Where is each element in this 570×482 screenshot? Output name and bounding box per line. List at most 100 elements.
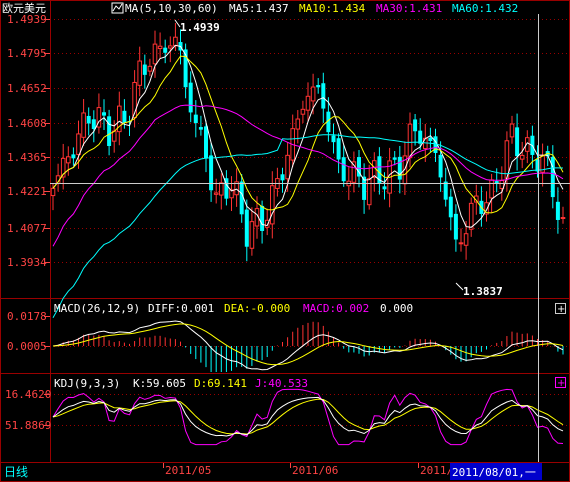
candlestick[interactable] bbox=[71, 147, 76, 166]
candlestick[interactable] bbox=[249, 207, 255, 256]
candlestick[interactable] bbox=[372, 152, 377, 192]
candlestick[interactable] bbox=[107, 109, 112, 156]
y-tick-label: 1.4795 bbox=[7, 47, 47, 60]
y-tick-label: 1.4652 bbox=[7, 82, 47, 95]
macd-dea-label: DEA:-0.000 bbox=[224, 302, 290, 315]
ma5-label: MA5:1.437 bbox=[229, 2, 289, 15]
x-tick-label: 2011/06 bbox=[292, 464, 338, 477]
candlestick[interactable] bbox=[362, 163, 367, 214]
ma30-label: MA30:1.431 bbox=[376, 2, 442, 15]
high-marker-label: 1.4939 bbox=[180, 21, 220, 34]
candlestick[interactable] bbox=[509, 115, 515, 144]
candlestick[interactable] bbox=[117, 91, 122, 146]
ma60-label: MA60:1.432 bbox=[452, 2, 518, 15]
y-tick-label: 0.0178 bbox=[7, 310, 47, 323]
candlestick[interactable] bbox=[540, 143, 545, 187]
kdj-expand-button[interactable]: + bbox=[555, 377, 566, 390]
kdj-k-line bbox=[52, 396, 564, 437]
candlestick[interactable] bbox=[234, 168, 239, 207]
candlestick[interactable] bbox=[280, 167, 285, 193]
candlestick[interactable] bbox=[244, 199, 249, 262]
grid-layer bbox=[50, 19, 570, 426]
candlestick[interactable] bbox=[331, 123, 336, 154]
candlestick[interactable] bbox=[443, 167, 448, 207]
candlestick[interactable] bbox=[198, 115, 203, 136]
candlestick[interactable] bbox=[275, 167, 280, 197]
candlestick[interactable] bbox=[163, 39, 168, 64]
candlestick-series[interactable] bbox=[50, 22, 566, 262]
macd-diff-label: DIFF:0.001 bbox=[148, 302, 214, 315]
candlestick[interactable] bbox=[270, 171, 275, 239]
candlestick[interactable] bbox=[91, 110, 96, 143]
y-tick-label: 0.0005 bbox=[7, 340, 47, 353]
candlestick[interactable] bbox=[468, 197, 474, 237]
candlestick[interactable] bbox=[81, 99, 86, 146]
kdj-header: KDJ(9,3,3) K:59.605 D:69.141 J:40.533 + bbox=[54, 377, 566, 390]
candlestick[interactable] bbox=[525, 130, 530, 164]
crosshair-date-label: 2011/08/01,一 bbox=[452, 466, 536, 479]
candlestick[interactable] bbox=[102, 99, 106, 130]
period-label: 日线 bbox=[4, 465, 28, 479]
candlestick[interactable] bbox=[366, 164, 372, 210]
y-tick-labels: 1.49391.47951.46521.46081.43651.42211.40… bbox=[5, 13, 51, 432]
low-marker: 1.3837 bbox=[455, 282, 503, 298]
y-tick-label: 16.4620 bbox=[5, 388, 51, 401]
candlestick[interactable] bbox=[458, 228, 464, 252]
candlestick[interactable] bbox=[142, 54, 147, 89]
y-tick-label: 51.8869 bbox=[5, 419, 51, 432]
candlestick[interactable] bbox=[86, 107, 91, 136]
candlestick[interactable] bbox=[229, 176, 234, 211]
kdj-k-label: K:59.605 bbox=[133, 377, 186, 390]
candlestick[interactable] bbox=[209, 142, 214, 202]
macd-value-label: MACD:0.002 bbox=[303, 302, 369, 315]
y-tick-label: 1.4608 bbox=[7, 117, 47, 130]
candlestick[interactable] bbox=[224, 170, 229, 206]
candlestick[interactable] bbox=[453, 204, 458, 252]
macd-header: MACD(26,12,9) DIFF:0.001 DEA:-0.000 MACD… bbox=[54, 302, 566, 315]
candlestick[interactable] bbox=[157, 32, 163, 60]
candlestick[interactable] bbox=[239, 174, 244, 223]
candlestick[interactable] bbox=[96, 93, 102, 134]
kdj-spec: KDJ(9,3,3) bbox=[54, 377, 120, 390]
y-tick-label: 1.4221 bbox=[7, 185, 47, 198]
y-tick-label: 1.4365 bbox=[7, 151, 47, 164]
plus-icon: + bbox=[557, 304, 565, 315]
candlestick[interactable] bbox=[392, 151, 397, 166]
ma10-label: MA10:1.434 bbox=[299, 2, 366, 15]
candlestick[interactable] bbox=[60, 143, 66, 190]
candlestick[interactable] bbox=[413, 113, 418, 146]
candlestick[interactable] bbox=[188, 71, 193, 123]
plus-icon: + bbox=[557, 378, 565, 389]
candlestick[interactable] bbox=[147, 58, 153, 77]
candlestick[interactable] bbox=[397, 145, 402, 194]
y-tick-label: 1.3934 bbox=[7, 256, 47, 269]
candlestick[interactable] bbox=[515, 113, 520, 171]
x-tick-label: 2011/05 bbox=[165, 464, 211, 477]
candlestick[interactable] bbox=[219, 173, 224, 210]
candlestick[interactable] bbox=[290, 114, 295, 168]
symbol-title: 欧元美元 bbox=[2, 2, 46, 15]
stock-chart[interactable]: 1.4939 1.4795 1.4652 1.4608 1.4365 1.4221 1.40… bbox=[0, 0, 570, 482]
candlestick[interactable] bbox=[560, 206, 566, 224]
candlestick[interactable] bbox=[55, 163, 61, 192]
candlestick[interactable] bbox=[448, 188, 453, 231]
low-marker-label: 1.3837 bbox=[463, 285, 503, 298]
candlestick[interactable] bbox=[336, 133, 341, 174]
kdj-series bbox=[52, 388, 564, 446]
ma-toggle-icon[interactable] bbox=[111, 2, 124, 14]
macd-series bbox=[52, 320, 564, 372]
macd-expand-button[interactable]: + bbox=[555, 303, 566, 316]
candlestick[interactable] bbox=[519, 141, 525, 169]
kdj-j-label: J:40.533 bbox=[255, 377, 308, 390]
candlestick[interactable] bbox=[316, 78, 321, 94]
ma-spec: MA(5,10,30,60) bbox=[125, 2, 218, 15]
macd-extra-value: 0.000 bbox=[380, 302, 413, 315]
candlestick[interactable] bbox=[341, 145, 346, 187]
candlestick[interactable] bbox=[351, 151, 357, 193]
kdj-d-label: D:69.141 bbox=[194, 377, 247, 390]
bottom-bar: 日线 2011/05 2011/06 2011/07 2011/08/01,一 bbox=[1, 463, 542, 481]
macd-spec: MACD(26,12,9) bbox=[54, 302, 140, 315]
candlestick[interactable] bbox=[555, 187, 560, 234]
candlestick[interactable] bbox=[300, 100, 306, 123]
high-marker: 1.4939 bbox=[174, 19, 220, 34]
